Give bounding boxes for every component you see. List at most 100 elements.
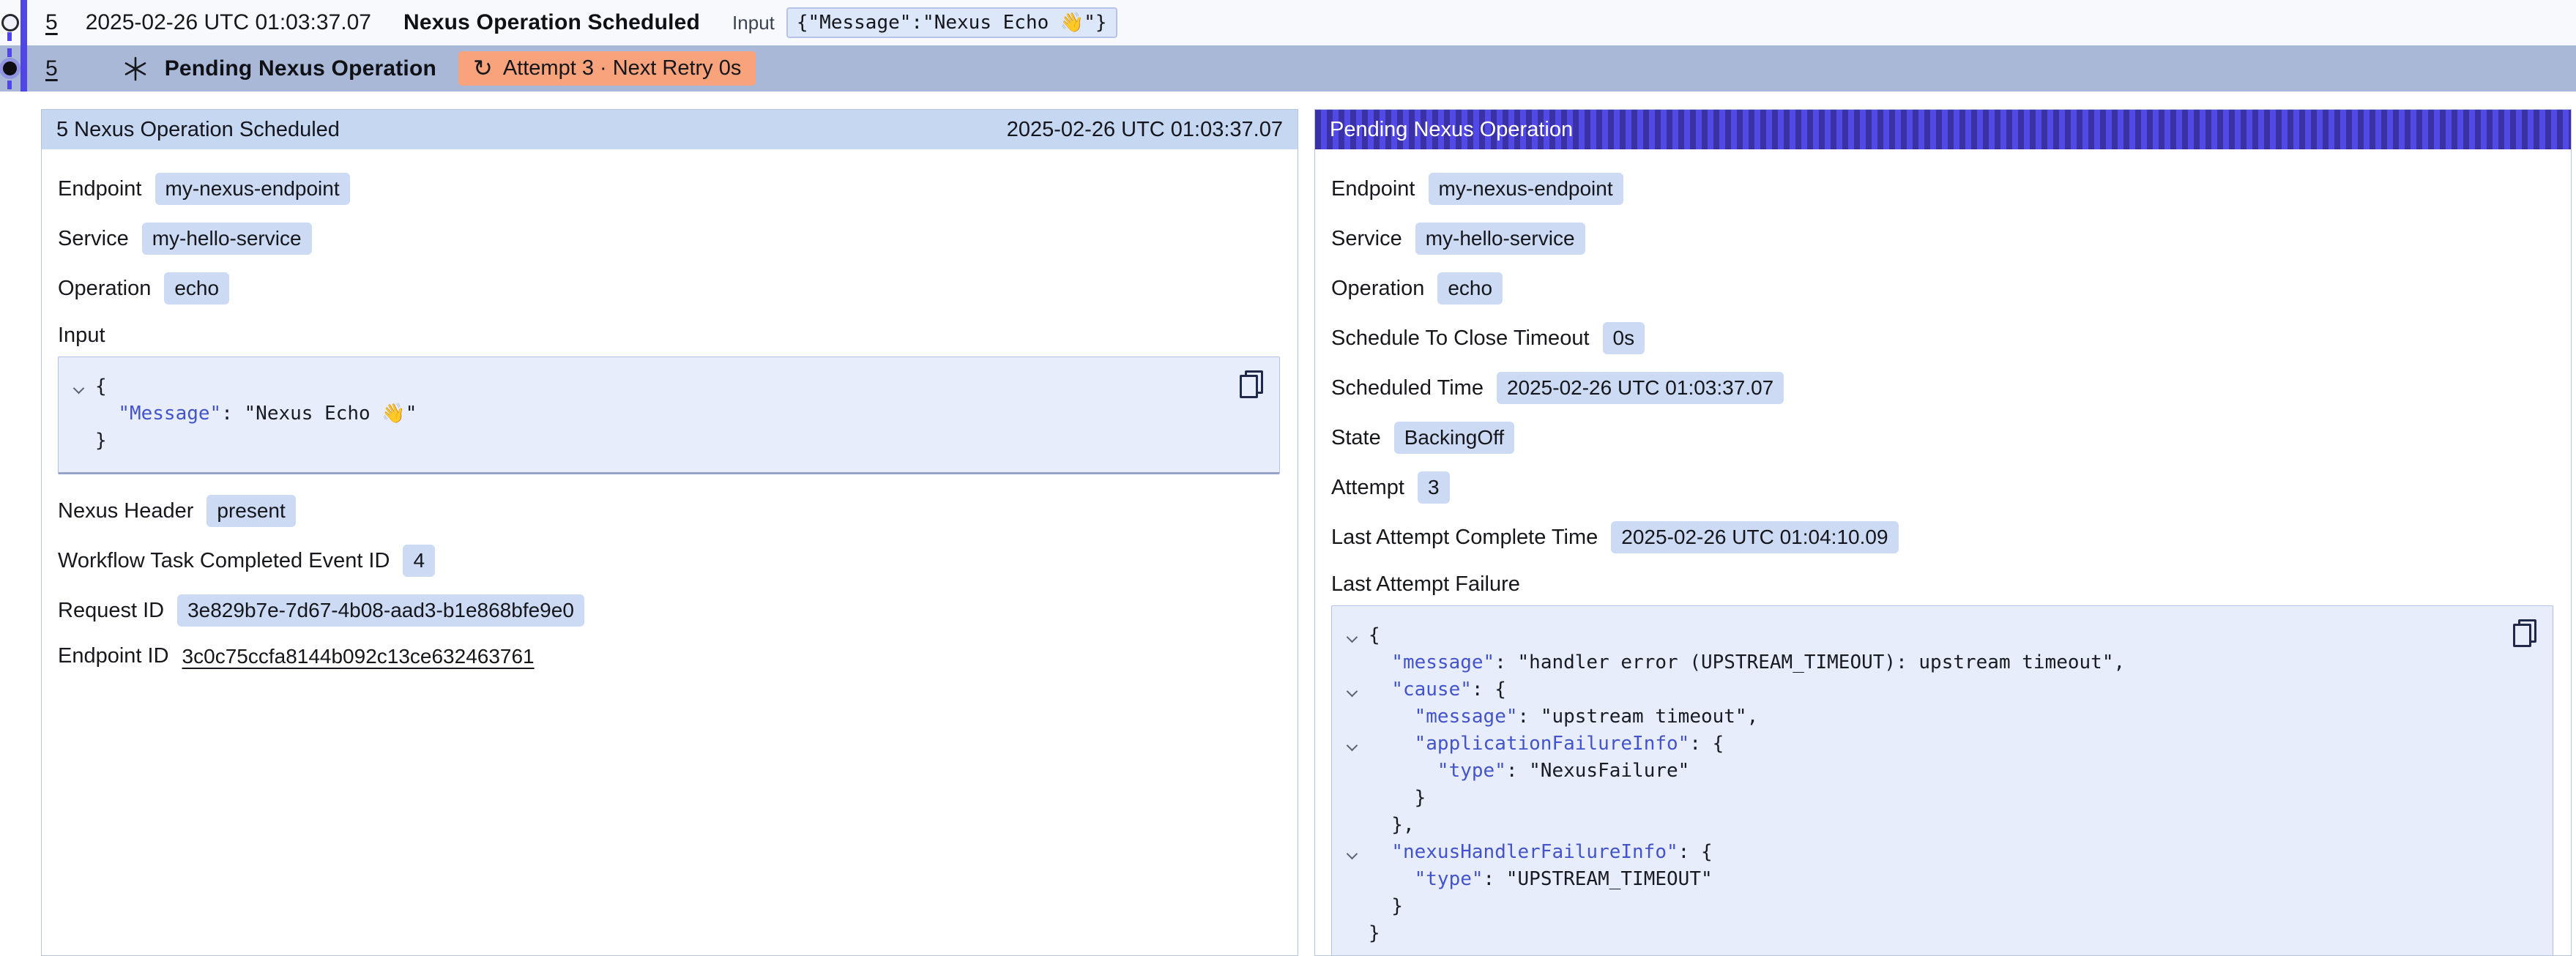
json-text: : <box>1484 866 1506 893</box>
field-value-chip: echo <box>164 272 229 305</box>
timeline-node-open-icon <box>1 14 19 31</box>
json-key: "applicationFailureInfo" <box>1415 731 1690 758</box>
json-gutter <box>1342 622 1369 649</box>
json-text: { <box>95 373 107 400</box>
panel-nexus-operation-scheduled: 5 Nexus Operation Scheduled 2025-02-26 U… <box>41 109 1298 956</box>
field-label: Workflow Task Completed Event ID <box>58 549 390 573</box>
event-id-link[interactable]: 5 <box>45 56 58 81</box>
json-gutter <box>69 373 95 400</box>
json-line: } <box>1342 893 2501 920</box>
field-label: Scheduled Time <box>1331 376 1484 400</box>
copy-icon[interactable] <box>1240 370 1263 398</box>
field-label: Request ID <box>58 599 164 623</box>
json-key: "Message" <box>118 400 221 427</box>
field-row-operation: Operation echo <box>58 272 1280 305</box>
json-text: } <box>1369 920 1380 947</box>
json-text: "handler error (UPSTREAM_TIMEOUT): upstr… <box>1518 649 2126 676</box>
json-line: "nexusHandlerFailureInfo": { <box>1342 839 2501 866</box>
json-text: "Nexus Echo 👋" <box>245 400 417 427</box>
json-text <box>1369 649 1391 676</box>
field-label: Service <box>1331 227 1402 251</box>
json-text: } <box>1369 893 1403 920</box>
json-line: "type": "UPSTREAM_TIMEOUT" <box>1342 866 2501 893</box>
failure-section-label: Last Attempt Failure <box>1331 572 2553 597</box>
json-line: "message": "handler error (UPSTREAM_TIME… <box>1342 649 2501 676</box>
event-row-pending-nexus-operation[interactable]: 5 Pending Nexus Operation ↻ Attempt 3 · … <box>0 45 2576 92</box>
field-value-chip: my-hello-service <box>142 223 312 255</box>
json-text: } <box>95 427 107 455</box>
json-line: } <box>69 427 1228 455</box>
json-gutter <box>1342 758 1369 785</box>
json-text: : <box>221 400 244 427</box>
event-id-link[interactable]: 5 <box>45 10 58 35</box>
json-key: "type" <box>1437 758 1506 785</box>
field-label: Endpoint <box>1331 177 1415 201</box>
json-line: "Message": "Nexus Echo 👋" <box>69 400 1228 427</box>
json-text: : <box>1518 703 1541 731</box>
event-history-rows: 5 2025-02-26 UTC 01:03:37.07 Nexus Opera… <box>0 0 2576 92</box>
field-row-schedule-to-close-timeout: Schedule To Close Timeout0s <box>1331 322 2553 354</box>
field-row-state: StateBackingOff <box>1331 422 2553 454</box>
field-value-chip: my-hello-service <box>1415 223 1585 255</box>
json-text: : <box>1494 649 1517 676</box>
collapse-chevron-icon[interactable] <box>1347 848 1358 860</box>
field-label: Schedule To Close Timeout <box>1331 326 1590 351</box>
event-input-value-chip: {"Message":"Nexus Echo 👋"} <box>786 7 1117 38</box>
json-text: }, <box>1369 812 1415 839</box>
json-text <box>1369 839 1391 866</box>
event-title: Pending Nexus Operation <box>165 56 436 81</box>
event-input-label: Input <box>732 12 775 34</box>
field-label: State <box>1331 426 1381 450</box>
field-row-nexus-header: Nexus Header present <box>58 495 1280 527</box>
json-text <box>1369 731 1415 758</box>
field-row-request-id: Request ID 3e829b7e-7d67-4b08-aad3-b1e868… <box>58 594 1280 627</box>
timeline-accent-bar <box>21 0 27 92</box>
json-key: "cause" <box>1391 676 1472 703</box>
field-label: Operation <box>58 277 151 301</box>
json-line: "cause": { <box>1342 676 2501 703</box>
json-key: "type" <box>1415 866 1484 893</box>
collapse-chevron-icon[interactable] <box>1347 740 1358 752</box>
field-value-chip: echo <box>1437 272 1503 305</box>
json-line: }, <box>1342 812 2501 839</box>
field-group-bottom: Nexus Header present Workflow Task Complet… <box>58 495 1280 668</box>
field-row-last-attempt-complete-time: Last Attempt Complete Time2025-02-26 UTC… <box>1331 521 2553 553</box>
input-section-label: Input <box>58 324 1280 348</box>
field-row-service: Service my-hello-service <box>58 223 1280 255</box>
field-label: Service <box>58 227 129 251</box>
json-text: : { <box>1472 676 1506 703</box>
field-value-chip: present <box>206 495 295 527</box>
collapse-chevron-icon[interactable] <box>1347 632 1358 643</box>
json-line: } <box>1342 785 2501 812</box>
event-row-nexus-operation-scheduled[interactable]: 5 2025-02-26 UTC 01:03:37.07 Nexus Opera… <box>0 0 2576 45</box>
json-text: "upstream timeout", <box>1541 703 1758 731</box>
json-gutter <box>1342 920 1369 947</box>
copy-icon[interactable] <box>2513 619 2536 647</box>
collapse-chevron-icon[interactable] <box>73 383 85 395</box>
json-gutter <box>1342 785 1369 812</box>
json-key: "message" <box>1391 649 1494 676</box>
field-value-chip: my-nexus-endpoint <box>1429 173 1623 205</box>
json-gutter <box>69 400 95 427</box>
collapse-chevron-icon[interactable] <box>1347 686 1358 698</box>
json-text <box>1369 866 1415 893</box>
json-gutter <box>1342 731 1369 758</box>
json-gutter <box>1342 866 1369 893</box>
retry-attempt-badge: ↻ Attempt 3 · Next Retry 0s <box>458 51 756 86</box>
field-value-link[interactable]: 3c0c75ccfa8144b092c13ce632463761 <box>182 645 535 668</box>
field-row-endpoint: Endpoint my-nexus-endpoint <box>1331 173 2553 205</box>
field-value-chip: 3e829b7e-7d67-4b08-aad3-b1e868bfe9e0 <box>177 594 584 627</box>
json-line: { <box>69 373 1228 400</box>
field-label: Nexus Header <box>58 499 193 523</box>
json-line: { <box>1342 622 2501 649</box>
panel-body-pending: Endpoint my-nexus-endpoint Service my-hello… <box>1315 149 2571 956</box>
json-key: "message" <box>1415 703 1518 731</box>
field-group-top: Endpointmy-nexus-endpoint Service my-hello… <box>58 173 1280 305</box>
panel-timestamp: 2025-02-26 UTC 01:03:37.07 <box>1007 118 1283 142</box>
field-value-chip: 3 <box>1418 471 1450 504</box>
field-value-chip: my-nexus-endpoint <box>155 173 350 205</box>
json-line: "type": "NexusFailure" <box>1342 758 2501 785</box>
json-gutter <box>1342 676 1369 703</box>
field-row-endpoint: Endpointmy-nexus-endpoint <box>58 173 1280 205</box>
field-row-service: Service my-hello-service <box>1331 223 2553 255</box>
